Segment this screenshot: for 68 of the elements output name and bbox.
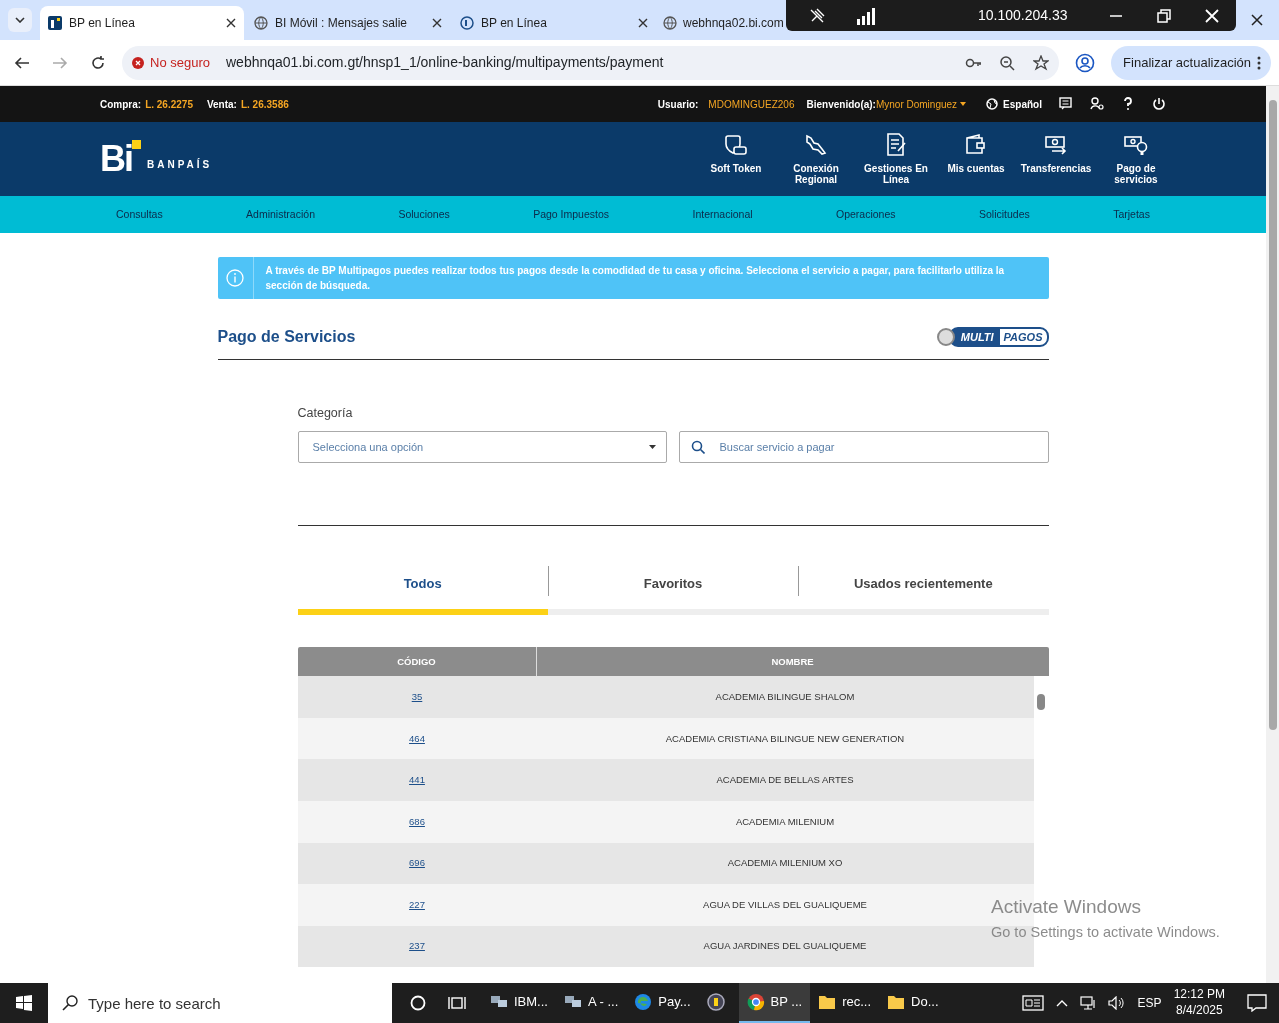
nav-link[interactable]: Tarjetas xyxy=(1113,206,1150,223)
code-link[interactable]: 35 xyxy=(411,689,423,705)
username: MDOMINGUEZ206 xyxy=(708,97,795,112)
host-address: 10.100.204.33 xyxy=(978,6,1069,25)
code-link[interactable]: 237 xyxy=(409,939,425,954)
table-cell-text: AGUA DE VILLAS DEL GUALIQUEME xyxy=(703,897,867,912)
update-button[interactable]: Finalizar actualización xyxy=(1111,45,1271,80)
table-cell: ACADEMIA DE BELLAS ARTES xyxy=(716,773,854,788)
info-text: A través de BP Multipagos puedes realizar todos tus pagos desde la comodidad de tu casa y oficina. Selecciona el servicio a pagar, para facilitarlo utiliza la sección de búsqueda. xyxy=(264,264,1006,293)
browser-tab[interactable]: BP en Línea xyxy=(40,6,244,40)
taskbar-app[interactable]: Do... xyxy=(879,983,947,1023)
user-label: Usuario: xyxy=(657,97,699,112)
security-indicator[interactable]: No seguro xyxy=(132,52,216,73)
nav-link[interactable]: Operaciones xyxy=(836,206,896,223)
rate-label: Venta: xyxy=(206,97,237,112)
quick-link[interactable]: Conexión Regional xyxy=(776,133,856,185)
table-cell: ACADEMIA MILENIUM XO xyxy=(727,856,843,871)
browser-tab[interactable]: BP en Línea xyxy=(452,6,656,40)
table-cell: AGUA JARDINES DEL GUALIQUEME xyxy=(703,939,867,954)
nav-link[interactable]: Pago Impuestos xyxy=(533,206,610,223)
browser-tab[interactable]: BI Móvil : Mensajes salie xyxy=(246,6,450,40)
search-field[interactable]: Buscar servicio a pagar xyxy=(678,430,1049,463)
taskbar-search-field[interactable]: Type here to search xyxy=(48,983,392,1023)
table-cell: ACADEMIA MILENIUM xyxy=(735,814,835,829)
code-link[interactable]: 441 xyxy=(409,773,425,788)
code-link[interactable]: 686 xyxy=(409,814,425,829)
taskbar-app[interactable]: Pay... xyxy=(626,983,699,1023)
nav-link[interactable]: Soluciones xyxy=(398,206,450,223)
filter-tab[interactable]: Favoritos xyxy=(547,565,799,616)
input-language[interactable]: ESP xyxy=(1137,994,1162,1012)
quick-link[interactable]: Gestiones En Línea xyxy=(856,133,936,185)
category-select[interactable]: Selecciona una opción xyxy=(297,430,667,463)
nav-link[interactable]: Internacional xyxy=(692,206,753,223)
code-link[interactable]: 464 xyxy=(409,731,425,746)
quick-link[interactable]: Pago de servicios xyxy=(1096,133,1176,185)
taskbar-app[interactable]: BP ... xyxy=(738,983,811,1023)
table-cell: ACADEMIA CRISTIANA BILINGUE NEW GENERATION xyxy=(665,731,905,746)
field-label: Categoría xyxy=(297,405,354,422)
logo-text: BANPAÍS xyxy=(147,157,213,172)
clock[interactable]: 12:12 PM 8/4/2025 xyxy=(1173,987,1225,1019)
filter-tab[interactable]: Usados recientemente xyxy=(798,565,1049,616)
nav-link[interactable]: Consultas xyxy=(116,206,163,223)
rate-label: Compra: xyxy=(100,97,142,112)
taskbar-app[interactable]: IBM... xyxy=(482,983,556,1023)
filter-tab[interactable]: Todos xyxy=(297,565,548,616)
user-menu[interactable]: Mynor Dominguez xyxy=(875,96,958,112)
address-bar[interactable]: No seguro webhnqa01.bi.com.gt/hnsp1_1/online-banking/multipayments/payment xyxy=(122,45,1060,80)
welcome-label: Bienvenido(a): xyxy=(806,97,876,112)
quick-link[interactable]: Mis cuentas xyxy=(936,133,1016,185)
logo-mark[interactable]: Bi xyxy=(100,141,132,177)
table-cell-text: ACADEMIA BILINGUE SHALOM xyxy=(715,689,855,704)
rate-value: L. 26.3586 xyxy=(240,97,289,112)
rate-value: L. 26.2275 xyxy=(145,97,193,112)
section-title: Pago de Servicios xyxy=(217,327,356,347)
multipagos-logo: MULTI PAGOS xyxy=(936,326,1049,348)
activation-notice: Activate Windows Go to Settings to activate Windows. xyxy=(991,895,1220,942)
language-link[interactable]: Español xyxy=(986,96,1042,112)
quick-link[interactable]: Transferencias xyxy=(1016,133,1096,185)
code-link[interactable]: 696 xyxy=(409,856,425,871)
nav-link[interactable]: Administración xyxy=(246,206,315,223)
code-link[interactable]: 227 xyxy=(409,897,425,913)
taskbar-app[interactable]: rec... xyxy=(810,983,880,1023)
url-text: webhnqa01.bi.com.gt/hnsp1_1/online-banking/multipayments/payment xyxy=(226,53,665,72)
nav-link[interactable]: Solicitudes xyxy=(978,206,1030,223)
taskbar-app[interactable]: A - ... xyxy=(555,983,627,1023)
quick-link[interactable]: Soft Token xyxy=(696,133,776,185)
column-header: NOMBRE xyxy=(770,654,815,669)
browser-tab[interactable]: webhnqa02.bi.com xyxy=(658,6,785,40)
